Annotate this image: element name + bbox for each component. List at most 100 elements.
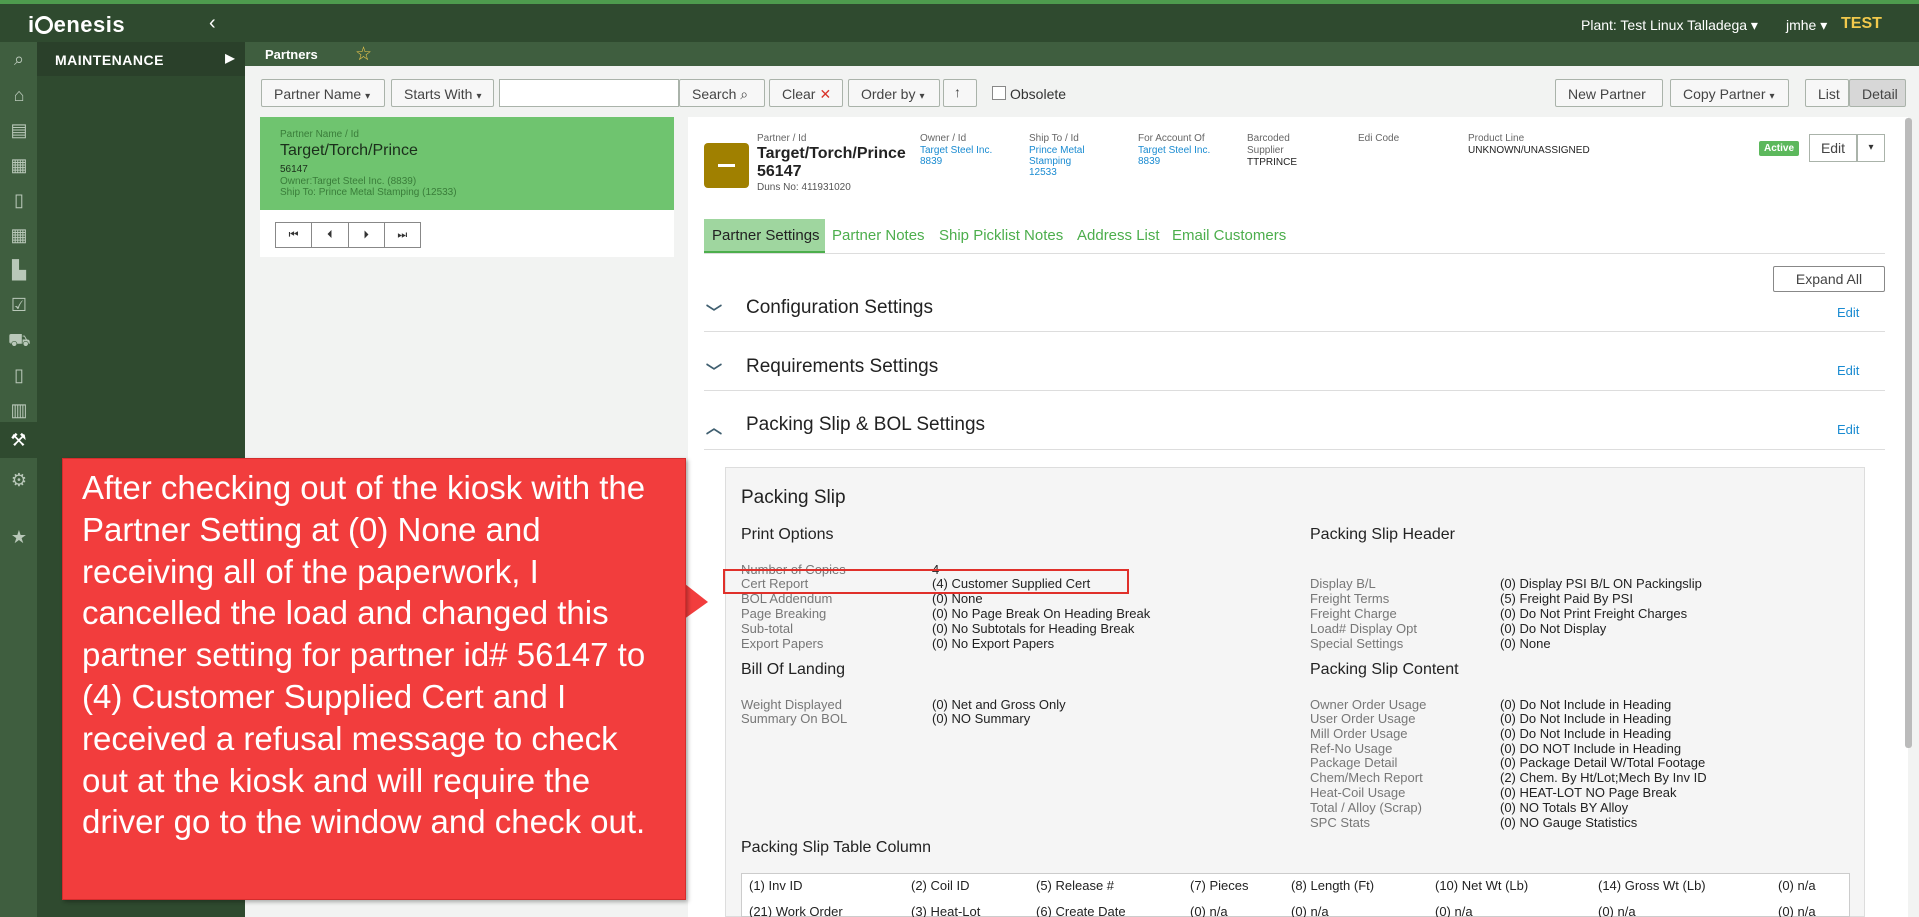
- gears-icon[interactable]: ⚙: [8, 469, 30, 491]
- packing-slip-table-heading: Packing Slip Table Column: [741, 839, 932, 856]
- tab-partner-notes[interactable]: Partner Notes: [832, 219, 925, 253]
- owner-id-link[interactable]: 8839: [920, 156, 942, 167]
- configuration-edit-link[interactable]: Edit: [1837, 305, 1859, 320]
- packing-edit-link[interactable]: Edit: [1837, 422, 1859, 437]
- header-setting-value: (0) None: [1500, 636, 1551, 651]
- vertical-scrollbar[interactable]: [1905, 118, 1912, 748]
- annotation-callout-text: After checking out of the kiosk with the…: [82, 469, 646, 841]
- user-menu[interactable]: jmhe ▾: [1786, 17, 1827, 34]
- edit-button[interactable]: Edit: [1809, 134, 1857, 162]
- truck-icon[interactable]: ⛟: [8, 329, 31, 351]
- list-view-button[interactable]: List: [1805, 79, 1849, 107]
- content-setting-value: (2) Chem. By Ht/Lot;Mech By Inv ID: [1500, 770, 1707, 785]
- last-page-icon[interactable]: ⏭: [385, 223, 420, 247]
- search-icon: ⌕: [740, 86, 749, 102]
- plant-selector[interactable]: Plant: Test Linux Talladega ▾: [1581, 17, 1758, 34]
- partner-owner: Owner:Target Steel Inc. (8839): [280, 176, 417, 187]
- truck-loading-icon[interactable]: ▤: [8, 119, 30, 141]
- owner-name-link[interactable]: Target Steel Inc.: [920, 145, 992, 156]
- obsolete-checkbox[interactable]: [992, 86, 1006, 100]
- tab-partner-settings[interactable]: Partner Settings: [704, 219, 825, 253]
- content-setting-label: User Order Usage: [1310, 711, 1416, 726]
- order-by-dropdown[interactable]: Order by ▾: [848, 79, 940, 107]
- first-page-icon[interactable]: ⏮: [276, 223, 313, 247]
- shipto-name-link[interactable]: Prince Metal: [1029, 145, 1085, 156]
- edit-options-caret[interactable]: ▾: [1857, 134, 1885, 162]
- arrow-up-icon: ↑: [954, 84, 961, 100]
- header-setting-label: Display B/L: [1310, 576, 1376, 591]
- table-cell: (14) Gross Wt (Lb): [1598, 878, 1706, 893]
- wrench-icon[interactable]: ⚒: [0, 422, 37, 458]
- next-page-icon[interactable]: ⏵: [349, 223, 385, 247]
- search-icon[interactable]: ⌕: [8, 48, 30, 70]
- section-requirements-settings[interactable]: Requirements Settings: [746, 356, 938, 378]
- partner-name: Target/Torch/Prince: [280, 142, 418, 159]
- order-by-label: Order by: [861, 86, 916, 102]
- table-cell: (0) n/a: [1291, 904, 1329, 917]
- clear-button-label: Clear: [782, 86, 816, 102]
- search-input[interactable]: [499, 79, 679, 107]
- top-bar: i enesis ‹ Plant: Test Linux Talladega ▾ …: [0, 0, 1919, 42]
- tab-address-list[interactable]: Address List: [1077, 219, 1160, 253]
- chevron-down-icon[interactable]: ﹀: [706, 358, 722, 382]
- document-icon[interactable]: ▯: [8, 189, 30, 211]
- clipboard-check-icon[interactable]: ☑: [8, 294, 30, 316]
- section-divider: [704, 331, 1885, 332]
- barcoded-label-2: Supplier: [1247, 145, 1284, 156]
- header-setting-value: (0) Do Not Display: [1500, 621, 1607, 636]
- header-setting-label: Load# Display Opt: [1310, 621, 1417, 636]
- packing-slip-content-heading: Packing Slip Content: [1310, 661, 1459, 678]
- account-id-link[interactable]: 8839: [1138, 156, 1160, 167]
- starts-with-dropdown[interactable]: Starts With ▾: [391, 79, 494, 107]
- shipto-label: Ship To / Id: [1029, 133, 1079, 144]
- account-name-link[interactable]: Target Steel Inc.: [1138, 145, 1210, 156]
- section-configuration-settings[interactable]: Configuration Settings: [746, 297, 933, 319]
- favorite-star-icon[interactable]: ☆: [355, 43, 372, 66]
- chart-icon[interactable]: ▥: [8, 399, 30, 421]
- calendar-icon[interactable]: ▦: [8, 224, 30, 246]
- icon-rail: ⌕ ⌂ ▤ ▦ ▯ ▦ ▙ ☑ ⛟ ▯ ▥ ⚒ ⚙ ★: [0, 42, 37, 917]
- shipto-id-link[interactable]: 12533: [1029, 167, 1057, 178]
- environment-label: TEST: [1841, 15, 1882, 32]
- search-button[interactable]: Search ⌕: [679, 79, 765, 107]
- header-setting-value: (0) Do Not Print Freight Charges: [1500, 606, 1688, 621]
- chevron-right-icon[interactable]: ▶: [225, 51, 235, 65]
- tab-email-customers[interactable]: Email Customers: [1172, 219, 1286, 253]
- previous-page-icon[interactable]: ⏴: [312, 223, 349, 247]
- collapse-sidebar-icon[interactable]: ‹: [209, 12, 216, 35]
- partner-name-dropdown[interactable]: Partner Name ▾: [261, 79, 385, 107]
- content-setting-label: Owner Order Usage: [1310, 697, 1427, 712]
- logo-mark-icon: [34, 16, 53, 34]
- packing-slip-column-table: (1) Inv ID (2) Coil ID (5) Release # (7)…: [741, 873, 1850, 917]
- copy-partner-label: Copy Partner: [1683, 86, 1766, 102]
- copy-partner-dropdown[interactable]: Copy Partner ▾: [1670, 79, 1789, 107]
- new-partner-button[interactable]: New Partner: [1555, 79, 1663, 107]
- expand-all-button[interactable]: Expand All: [1773, 266, 1885, 292]
- section-packing-slip-bol-settings[interactable]: Packing Slip & BOL Settings: [746, 414, 985, 436]
- caret-down-icon: ▾: [476, 91, 482, 102]
- factory-icon[interactable]: ▙: [8, 259, 30, 281]
- detail-view-button[interactable]: Detail: [1849, 79, 1906, 107]
- chevron-down-icon[interactable]: ﹀: [706, 299, 722, 323]
- close-icon: ✕: [819, 86, 832, 102]
- content-setting-value: (0) DO NOT Include in Heading: [1500, 741, 1682, 756]
- chevron-up-icon[interactable]: ︿: [706, 414, 722, 438]
- requirements-edit-link[interactable]: Edit: [1837, 363, 1859, 378]
- star-icon[interactable]: ★: [8, 526, 30, 548]
- invoice-icon[interactable]: ▯: [8, 364, 30, 386]
- content-setting-label: Chem/Mech Report: [1310, 770, 1423, 785]
- tab-ship-picklist-notes[interactable]: Ship Picklist Notes: [939, 219, 1063, 253]
- clear-button[interactable]: Clear ✕: [769, 79, 843, 107]
- partner-name-label: Partner Name: [274, 86, 362, 102]
- caret-down-icon: ▾: [1868, 142, 1874, 153]
- partner-list-item[interactable]: Partner Name / Id Target/Torch/Prince 56…: [260, 117, 674, 210]
- table-cell: (2) Coil ID: [911, 878, 970, 893]
- sort-direction-button[interactable]: ↑: [943, 79, 977, 107]
- menu-header[interactable]: MAINTENANCE ▶: [37, 42, 245, 76]
- igenesis-logo[interactable]: i enesis: [28, 12, 125, 38]
- table-cell: (5) Release #: [1036, 878, 1115, 893]
- shipto-name-link-2[interactable]: Stamping: [1029, 156, 1071, 167]
- home-icon[interactable]: ⌂: [8, 84, 30, 106]
- status-badge: Active: [1759, 141, 1800, 156]
- warehouse-icon[interactable]: ▦: [8, 154, 30, 176]
